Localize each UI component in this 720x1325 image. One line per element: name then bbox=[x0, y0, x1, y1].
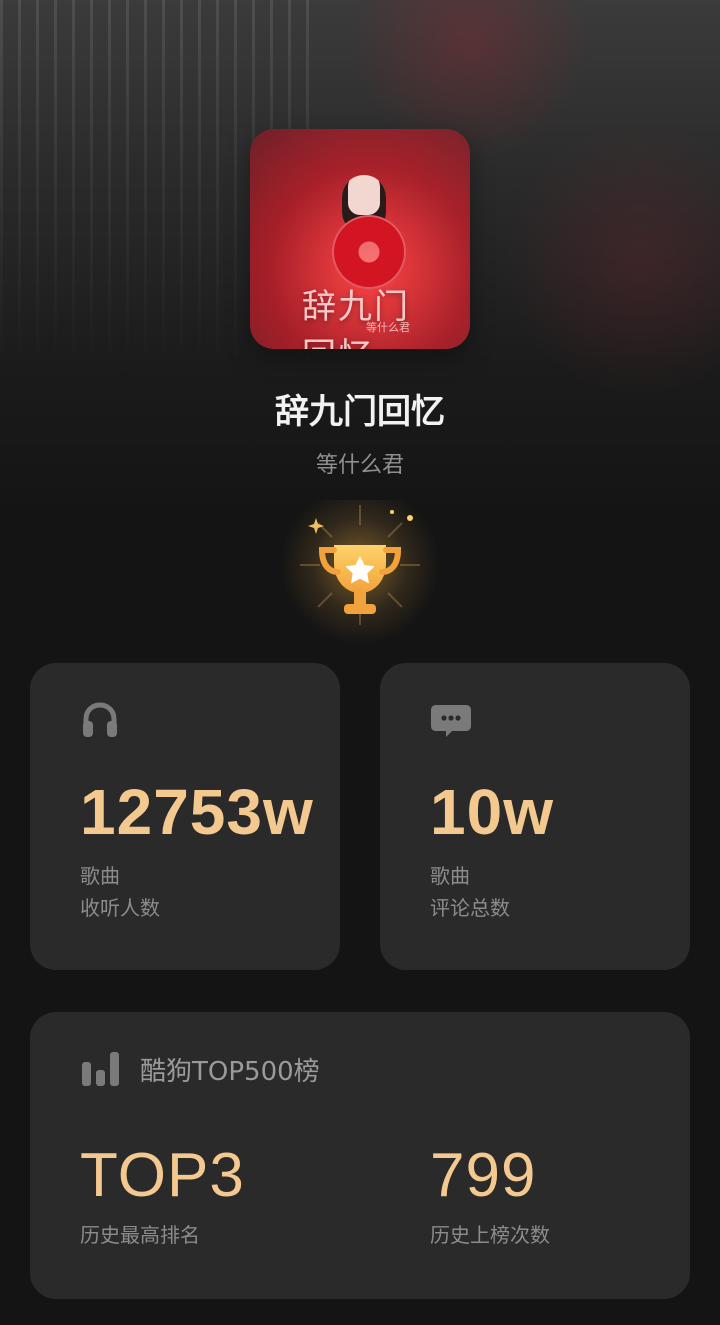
headphones-icon bbox=[83, 702, 117, 737]
listeners-value: 12753w bbox=[80, 776, 314, 848]
artist-name[interactable]: 等什么君 bbox=[0, 447, 720, 479]
listeners-label-line1: 歌曲 bbox=[80, 864, 120, 888]
song-title: 辞九门回忆 bbox=[275, 392, 445, 432]
trophy-icon bbox=[280, 500, 440, 645]
cover-title-text: 辞九门回忆 bbox=[302, 287, 410, 349]
best-rank-value: TOP3 bbox=[80, 1141, 245, 1210]
times-on-chart-value: 799 bbox=[430, 1141, 537, 1210]
top500-chart-card[interactable]: 酷狗TOP500榜 TOP3 历史最高排名 799 历史上榜次数 bbox=[30, 1012, 690, 1299]
cover-artist-text: 等什么君 bbox=[366, 321, 410, 334]
comments-label-line2: 评论总数 bbox=[430, 896, 510, 920]
cover-illustration-fan bbox=[332, 215, 406, 289]
best-rank-label: 历史最高排名 bbox=[80, 1223, 200, 1247]
chat-bubble-icon bbox=[431, 705, 471, 737]
trophy-badge bbox=[260, 500, 460, 650]
listeners-label-line2: 收听人数 bbox=[80, 896, 160, 920]
times-on-chart-label: 历史上榜次数 bbox=[430, 1223, 550, 1247]
album-cover[interactable]: 辞九门回忆 等什么君 bbox=[250, 129, 470, 349]
comments-value: 10w bbox=[430, 776, 554, 848]
listeners-card: 12753w 歌曲 收听人数 bbox=[30, 663, 340, 970]
comments-label-line1: 歌曲 bbox=[430, 864, 470, 888]
bar-chart-icon bbox=[82, 1052, 119, 1086]
comments-card: 10w 歌曲 评论总数 bbox=[380, 663, 690, 970]
chart-title: 酷狗TOP500榜 bbox=[140, 1057, 320, 1087]
